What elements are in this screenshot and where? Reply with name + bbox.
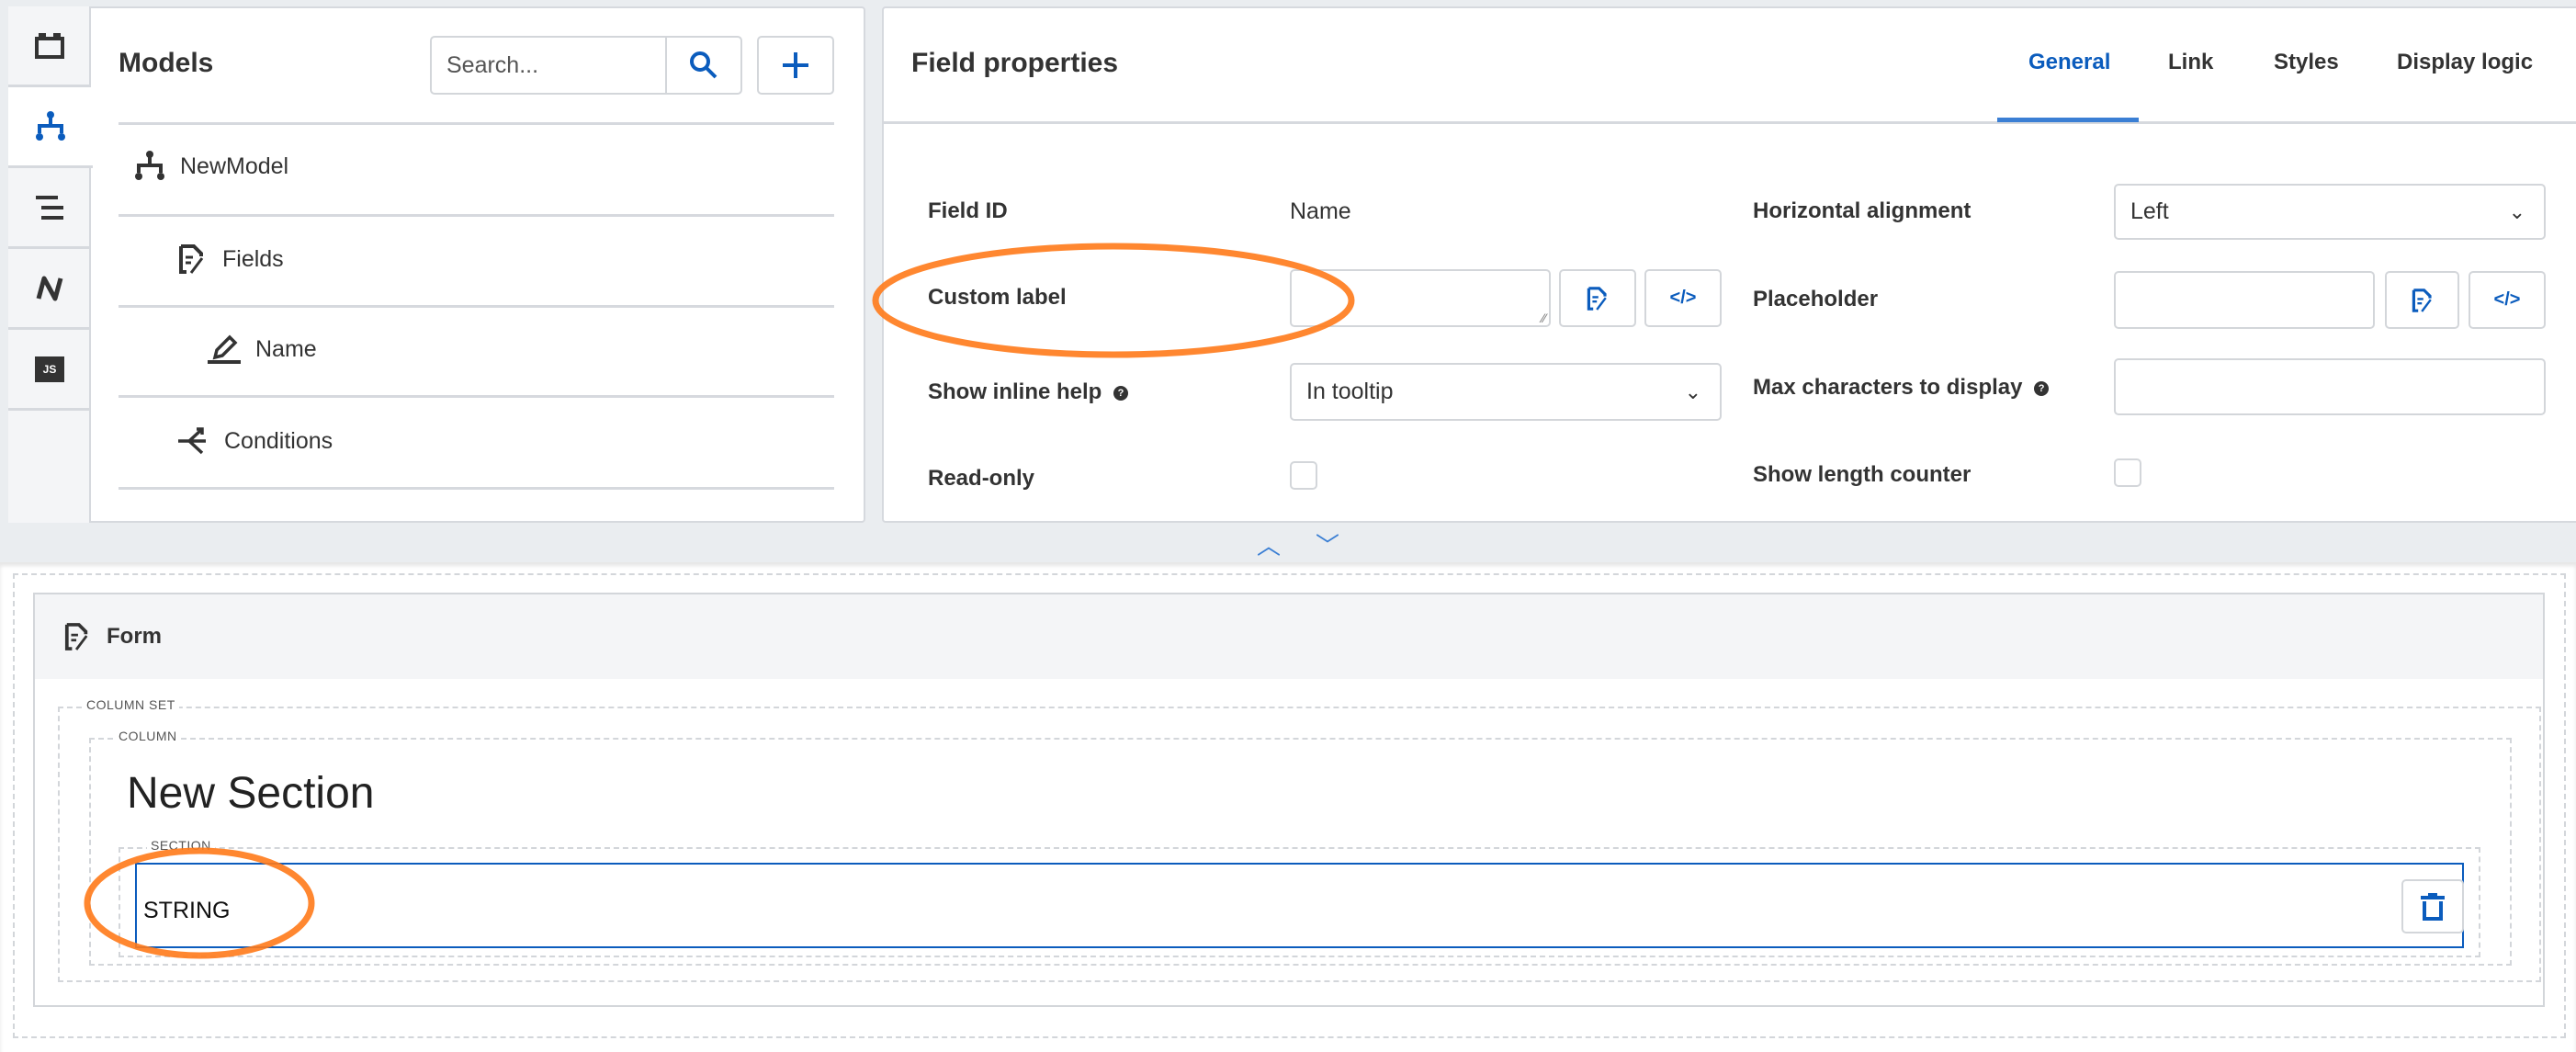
annotation-circle-custom-label [872, 243, 1355, 358]
annotation-ellipses [84, 243, 1355, 959]
annotation-circle-string [84, 847, 315, 959]
